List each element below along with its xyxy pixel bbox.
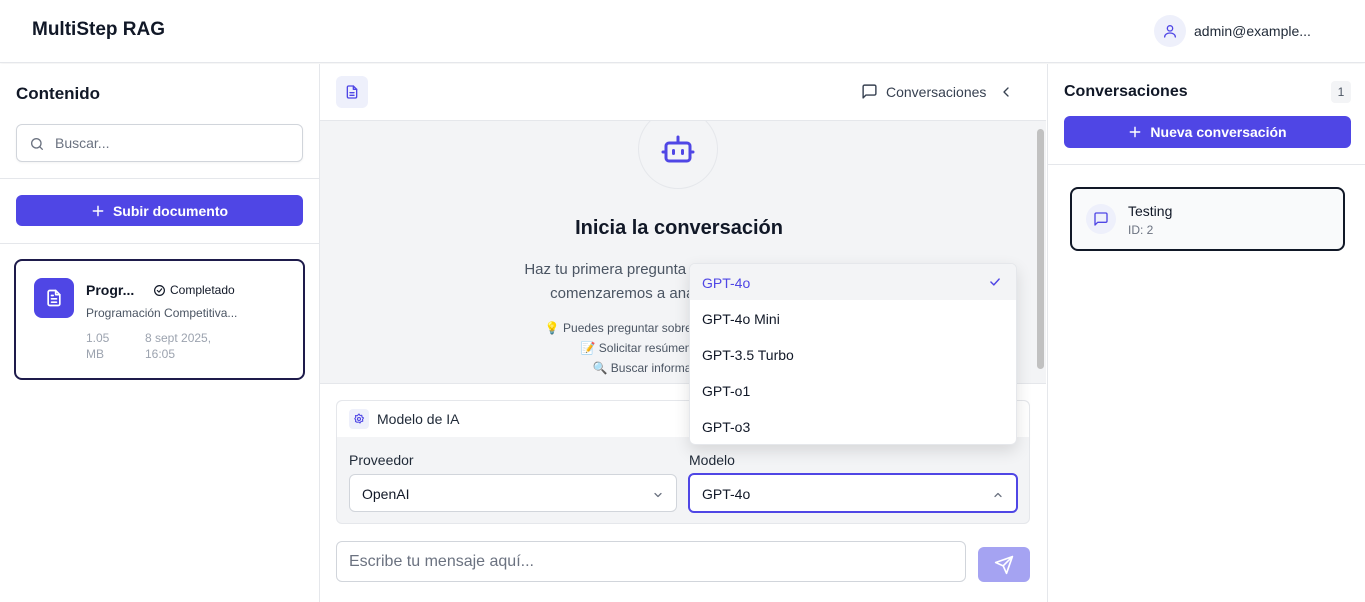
model-option-label: GPT-o1: [702, 383, 751, 399]
search-icon: [31, 138, 43, 150]
send-button[interactable]: [978, 547, 1030, 582]
search-box[interactable]: [16, 124, 303, 162]
chevron-left-icon: [1003, 86, 1010, 97]
document-date: 8 sept 2025, 16:05: [145, 330, 235, 362]
model-option[interactable]: GPT-o1: [690, 372, 1016, 408]
divider: [1048, 164, 1365, 165]
documents-toggle-button[interactable]: [336, 76, 368, 108]
provider-select-value: OpenAI: [362, 486, 410, 502]
plus-icon: [1130, 126, 1141, 138]
model-option[interactable]: GPT-4o Mini: [690, 300, 1016, 336]
message-input[interactable]: [349, 552, 949, 572]
divider: [0, 243, 319, 244]
chevron-up-icon: [994, 492, 1002, 498]
conversations-sidebar: Conversaciones 1 Nueva conversación Test…: [1047, 64, 1365, 602]
conversations-title: Conversaciones: [1064, 83, 1188, 100]
model-option[interactable]: GPT-o3: [690, 408, 1016, 444]
document-card[interactable]: Progr... Completado Programación Competi…: [14, 259, 305, 380]
bot-icon: [661, 135, 695, 163]
upload-document-label: Subir documento: [112, 202, 229, 219]
provider-select[interactable]: OpenAI: [349, 474, 677, 512]
file-text-icon: [346, 85, 358, 99]
document-subtitle: Programación Competitiva...: [86, 306, 238, 320]
empty-state-title: Inicia la conversación: [575, 217, 783, 239]
conversations-toggle-button[interactable]: Conversaciones: [861, 83, 1014, 100]
user-avatar[interactable]: [1154, 15, 1186, 47]
model-option-label: GPT-4o Mini: [702, 311, 780, 327]
top-bar: MultiStep RAG admin@example...: [0, 0, 1365, 63]
app-title: MultiStep RAG: [32, 19, 165, 40]
conversations-toggle-label: Conversaciones: [886, 83, 987, 100]
model-option-label: GPT-o3: [702, 419, 751, 435]
content-sidebar: Contenido Subir documento Progr... Compl…: [0, 64, 320, 602]
document-icon: [34, 278, 74, 318]
document-size: 1.05 MB: [86, 330, 126, 362]
model-select[interactable]: GPT-4o: [688, 473, 1018, 513]
status-label: Completado: [170, 283, 235, 297]
document-name: Progr...: [86, 282, 135, 298]
conversation-title: Testing: [1128, 203, 1173, 219]
document-date-day: 8 sept 2025,: [145, 331, 212, 345]
new-conversation-button[interactable]: Nueva conversación: [1064, 116, 1351, 148]
conversation-id: ID: 2: [1128, 223, 1154, 237]
document-size-value: 1.05: [86, 331, 110, 345]
user-icon: [1164, 25, 1176, 38]
model-select-value: GPT-4o: [702, 486, 751, 502]
model-option-label: GPT-3.5 Turbo: [702, 347, 794, 363]
bot-avatar: [638, 121, 718, 189]
document-size-unit: MB: [86, 347, 104, 361]
search-input[interactable]: [55, 133, 295, 153]
new-conversation-label: Nueva conversación: [1150, 124, 1287, 140]
document-date-time: 16:05: [145, 347, 176, 361]
provider-label: Proveedor: [349, 452, 414, 468]
sidebar-title: Contenido: [16, 84, 101, 103]
upload-document-button[interactable]: Subir documento: [16, 195, 303, 226]
conversation-item[interactable]: Testing ID: 2: [1070, 187, 1345, 251]
message-square-icon: [862, 84, 877, 99]
message-input-box[interactable]: [336, 541, 966, 582]
chevron-down-icon: [654, 492, 662, 498]
send-icon: [994, 555, 1014, 574]
plus-icon: [92, 205, 104, 216]
model-option[interactable]: GPT-4o: [690, 264, 1016, 300]
check-icon: [990, 278, 1000, 286]
divider: [0, 178, 319, 179]
model-dropdown-menu: GPT-4o GPT-4o Mini GPT-3.5 Turbo GPT-o1 …: [689, 263, 1017, 445]
scrollbar[interactable]: [1037, 129, 1044, 369]
message-square-icon: [1086, 204, 1116, 234]
user-email[interactable]: admin@example...: [1194, 23, 1311, 39]
status-badge: Completado: [153, 283, 235, 297]
model-label: Modelo: [689, 452, 735, 468]
check-circle-icon: [154, 284, 165, 296]
model-option-label: GPT-4o: [702, 275, 751, 291]
model-panel-title: Modelo de IA: [377, 411, 460, 427]
conversation-count-badge: 1: [1331, 81, 1351, 103]
model-option[interactable]: GPT-3.5 Turbo: [690, 336, 1016, 372]
settings-icon: [349, 409, 369, 429]
chat-toolbar: Conversaciones: [320, 64, 1046, 121]
